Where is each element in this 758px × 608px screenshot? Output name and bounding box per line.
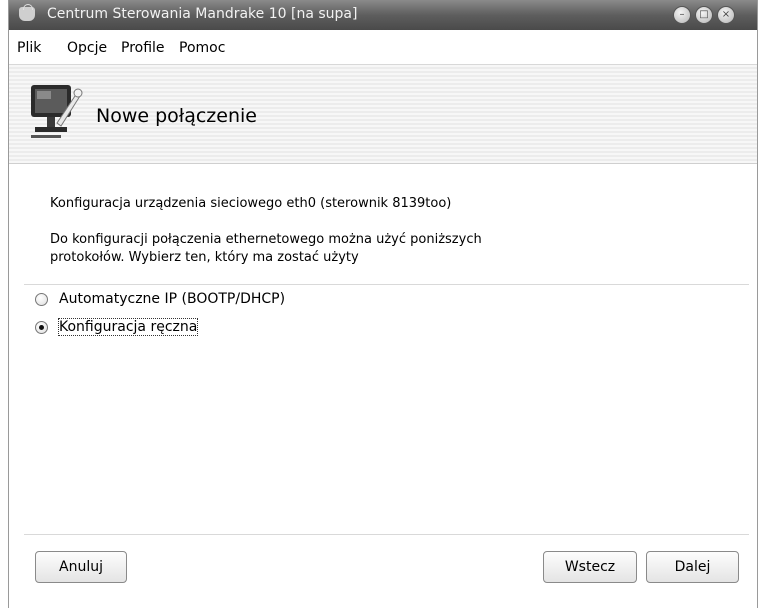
menu-bar: Plik Opcje Profile Pomoc — [9, 30, 757, 65]
menu-opcje[interactable]: Opcje — [67, 40, 107, 56]
device-info-text: Konfiguracja urządzenia sieciowego eth0 … — [50, 196, 452, 211]
description-text-line1: Do konfiguracji połączenia ethernetowego… — [50, 232, 482, 247]
close-button[interactable]: × — [717, 6, 735, 24]
bottom-separator — [24, 534, 749, 535]
menu-pomoc[interactable]: Pomoc — [179, 40, 225, 56]
window-title: Centrum Sterowania Mandrake 10 [na supa] — [47, 6, 358, 22]
app-icon[interactable] — [19, 4, 35, 21]
menu-plik[interactable]: Plik — [17, 40, 41, 56]
cancel-button[interactable]: Anuluj — [35, 551, 127, 583]
wizard-header: Nowe połączenie — [9, 65, 757, 164]
minimize-button[interactable]: – — [673, 6, 691, 24]
maximize-button[interactable]: □ — [695, 6, 713, 24]
network-monitor-wrench-icon — [31, 85, 83, 138]
radio-label[interactable]: Automatyczne IP (BOOTP/DHCP) — [59, 291, 285, 307]
menu-profile[interactable]: Profile — [121, 40, 165, 56]
wizard-content: Konfiguracja urządzenia sieciowego eth0 … — [9, 164, 757, 608]
radio-button-selected[interactable] — [35, 321, 48, 334]
radio-button[interactable] — [35, 293, 48, 306]
title-bar[interactable]: Centrum Sterowania Mandrake 10 [na supa]… — [9, 0, 757, 30]
control-center-window: Centrum Sterowania Mandrake 10 [na supa]… — [8, 0, 758, 608]
next-button[interactable]: Dalej — [646, 551, 739, 583]
separator — [24, 284, 749, 285]
page-title: Nowe połączenie — [96, 105, 257, 127]
radio-label[interactable]: Konfiguracja ręczna — [57, 318, 199, 336]
description-text-line2: protokołów. Wybierz ten, który ma zostać… — [50, 250, 359, 265]
back-button[interactable]: Wstecz — [543, 551, 637, 583]
